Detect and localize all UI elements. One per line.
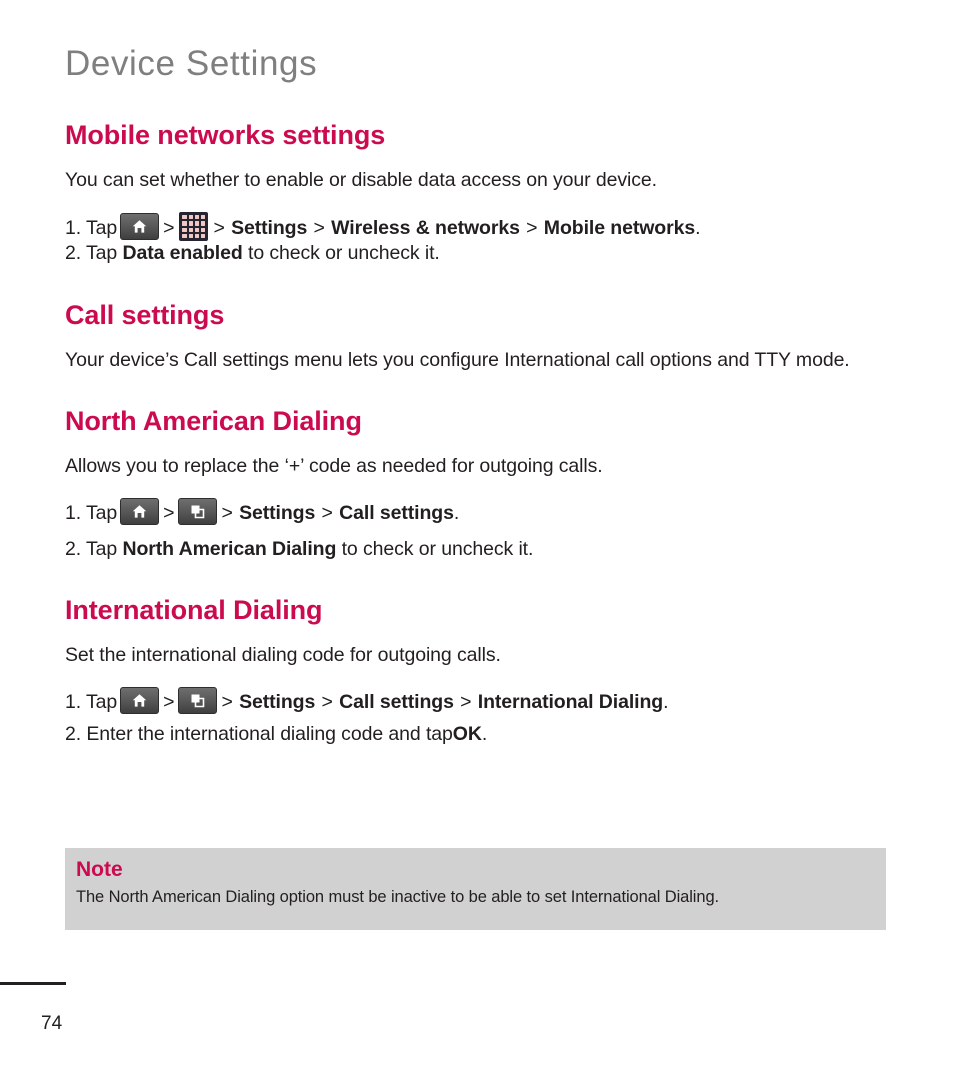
step-item: 1. Tap > > Settings > Call settings > In… xyxy=(65,687,895,715)
step-prefix: 2. Tap xyxy=(65,538,118,561)
page-content: Mobile networks settings You can set whe… xyxy=(65,120,895,747)
note-title: Note xyxy=(76,858,123,881)
section-heading-north-american-dialing: North American Dialing xyxy=(65,405,362,436)
step-trailing-period: . xyxy=(663,691,669,714)
step-suffix: . xyxy=(481,722,488,745)
breadcrumb-separator: > xyxy=(321,691,333,714)
breadcrumb-separator: > xyxy=(163,217,175,239)
breadcrumb-settings: Settings xyxy=(231,217,308,239)
apps-grid-cells xyxy=(182,215,206,238)
step-emphasis-data-enabled: Data enabled xyxy=(122,242,243,265)
section-intro-call-settings: Your device’s Call settings menu lets yo… xyxy=(65,348,850,371)
step-item: 1. Tap > > Settings > Call settings. xyxy=(65,497,895,526)
breadcrumb-separator: > xyxy=(313,217,325,239)
step-emphasis-ok: OK xyxy=(452,722,482,745)
apps-grid-icon[interactable] xyxy=(179,212,209,241)
menu-key-icon[interactable] xyxy=(178,687,218,715)
step-emphasis-north-american-dialing: North American Dialing xyxy=(122,538,337,561)
page-running-head: Device Settings xyxy=(65,44,318,83)
step-number-label: 1. Tap xyxy=(65,217,118,239)
step-suffix: to check or uncheck it. xyxy=(341,538,534,561)
breadcrumb-mobile-networks: Mobile networks xyxy=(543,217,696,239)
breadcrumb-separator: > xyxy=(163,691,175,714)
home-key-icon[interactable] xyxy=(120,687,160,715)
step-item: 2. Enter the international dialing code … xyxy=(65,722,895,747)
breadcrumb-separator: > xyxy=(221,501,233,524)
section-heading-international-dialing: International Dialing xyxy=(65,595,323,626)
step-item: 2. Tap Data enabled to check or uncheck … xyxy=(65,241,895,266)
step-trailing-period: . xyxy=(695,217,701,239)
menu-key-icon[interactable] xyxy=(178,497,218,525)
breadcrumb-wireless-networks: Wireless & networks xyxy=(331,217,520,239)
breadcrumb-separator: > xyxy=(460,691,472,714)
breadcrumb-separator: > xyxy=(221,691,233,714)
breadcrumb-international-dialing: International Dialing xyxy=(477,691,664,714)
step-item: 1. Tap > > Settings > Wireless & network… xyxy=(65,212,895,241)
breadcrumb-separator: > xyxy=(213,217,225,239)
note-body-text: The North American Dialing option must b… xyxy=(76,888,720,907)
section-intro-international-dialing: Set the international dialing code for o… xyxy=(65,644,501,667)
page-number: 74 xyxy=(41,1013,63,1034)
footer-divider-rule xyxy=(0,982,66,985)
step-suffix: to check or uncheck it. xyxy=(248,242,440,265)
step-prefix: 2. Enter the international dialing code … xyxy=(65,722,453,745)
step-number-label: 1. Tap xyxy=(65,691,118,714)
note-callout: Note The North American Dialing option m… xyxy=(65,848,886,930)
section-heading-call-settings: Call settings xyxy=(65,299,225,330)
step-item: 2. Tap North American Dialing to check o… xyxy=(65,537,895,562)
breadcrumb-call-settings: Call settings xyxy=(339,501,454,524)
home-key-icon[interactable] xyxy=(120,213,160,240)
breadcrumb-separator: > xyxy=(163,501,175,524)
step-number-label: 1. Tap xyxy=(65,501,118,524)
document-page: Device Settings Mobile networks settings… xyxy=(0,0,954,1074)
breadcrumb-call-settings: Call settings xyxy=(339,691,454,714)
section-intro-mobile-networks-settings: You can set whether to enable or disable… xyxy=(65,169,657,192)
breadcrumb-separator: > xyxy=(526,217,538,239)
breadcrumb-settings: Settings xyxy=(239,691,316,714)
breadcrumb-separator: > xyxy=(321,501,333,524)
step-prefix: 2. Tap xyxy=(65,242,118,265)
home-key-icon[interactable] xyxy=(120,497,160,525)
section-intro-north-american-dialing: Allows you to replace the ‘+’ code as ne… xyxy=(65,454,603,477)
step-trailing-period: . xyxy=(453,501,460,524)
breadcrumb-settings: Settings xyxy=(239,501,316,524)
section-heading-mobile-networks-settings: Mobile networks settings xyxy=(65,120,386,150)
